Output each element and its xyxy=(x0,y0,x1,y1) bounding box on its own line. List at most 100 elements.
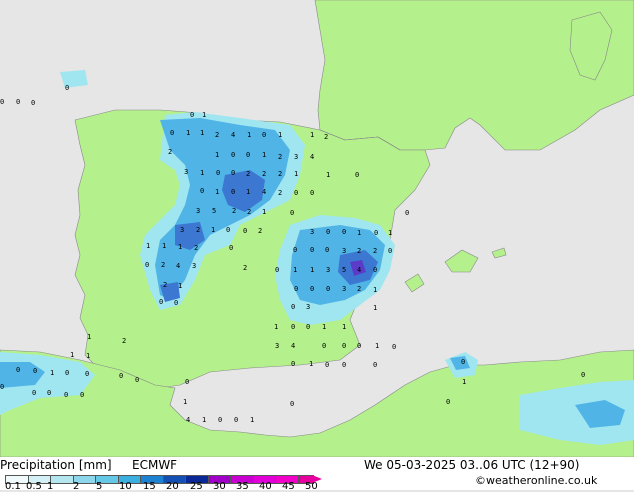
grid-value: 1 xyxy=(293,266,297,274)
grid-value: 1 xyxy=(202,416,206,424)
grid-value: 0 xyxy=(0,383,4,391)
grid-value: 0 xyxy=(326,228,330,236)
grid-value: 0 xyxy=(306,323,310,331)
grid-value: 2 xyxy=(196,226,200,234)
grid-value: 0 xyxy=(581,371,585,379)
model-label: ECMWF xyxy=(132,458,178,472)
grid-value: 0 xyxy=(290,209,294,217)
grid-value: 1 xyxy=(183,398,187,406)
grid-value: 1 xyxy=(87,333,91,341)
grid-value: 2 xyxy=(278,189,282,197)
legend-tick-label: 25 xyxy=(190,481,203,492)
legend-tick-label: 10 xyxy=(119,481,132,492)
grid-value: 2 xyxy=(278,170,282,178)
grid-value: 2 xyxy=(262,170,266,178)
grid-value: 0 xyxy=(226,226,230,234)
grid-value: 1 xyxy=(322,323,326,331)
valid-time: We 05-03-2025 03..06 UTC (12+90) xyxy=(364,458,580,472)
grid-value: 2 xyxy=(258,227,262,235)
grid-value: 0 xyxy=(446,398,450,406)
grid-value: 0 xyxy=(216,169,220,177)
grid-value: 1 xyxy=(86,352,90,360)
grid-value: 4 xyxy=(176,262,180,270)
grid-value: 0 xyxy=(392,343,396,351)
grid-value: 0 xyxy=(174,299,178,307)
grid-value: 0 xyxy=(326,285,330,293)
grid-value: 0 xyxy=(310,285,314,293)
grid-value: 2 xyxy=(278,153,282,161)
grid-value: 0 xyxy=(325,361,329,369)
grid-value: 0 xyxy=(229,244,233,252)
grid-value: 0 xyxy=(145,261,149,269)
legend-tick-label: 45 xyxy=(282,481,295,492)
legend-tick-label: 40 xyxy=(259,481,272,492)
grid-value: 0 xyxy=(290,400,294,408)
legend-tick-label: 1 xyxy=(47,481,54,492)
legend-tick-label: 0.5 xyxy=(26,481,42,492)
grid-value: 1 xyxy=(262,151,266,159)
grid-value: 0 xyxy=(373,361,377,369)
grid-value: 1 xyxy=(215,151,219,159)
legend-tick-label: 5 xyxy=(96,481,103,492)
grid-value: 0 xyxy=(64,391,68,399)
grid-value: 0 xyxy=(373,266,377,274)
grid-value: 1 xyxy=(247,131,251,139)
grid-value: 0 xyxy=(218,416,222,424)
grid-value: 0 xyxy=(135,376,139,384)
grid-value: 0 xyxy=(374,229,378,237)
grid-value: 2 xyxy=(215,131,219,139)
grid-value: 0 xyxy=(291,303,295,311)
grid-value: 0 xyxy=(388,247,392,255)
grid-value: 0 xyxy=(31,99,35,107)
grid-value: 1 xyxy=(309,360,313,368)
grid-value: 3 xyxy=(184,168,188,176)
grid-value: 1 xyxy=(357,229,361,237)
grid-value: 1 xyxy=(310,266,314,274)
grid-value: 0 xyxy=(310,189,314,197)
grid-value: 0 xyxy=(405,209,409,217)
grid-value: 0 xyxy=(200,187,204,195)
legend-swatch xyxy=(50,475,75,484)
grid-value: 3 xyxy=(294,153,298,161)
grid-value: 0 xyxy=(275,266,279,274)
grid-value: 0 xyxy=(33,367,37,375)
grid-value: 0 xyxy=(355,171,359,179)
precipitation-map: 0 0 0 0 0 1 0 1 1 2 4 1 0 1 1 2 2 1 0 0 1 2 3 4 3 1 0 0 2 2 2 1 1 0 0 1 0 1 4 2… xyxy=(0,0,634,458)
grid-value: 0 xyxy=(185,378,189,386)
grid-value: 1 xyxy=(200,129,204,137)
grid-value: 1 xyxy=(294,170,298,178)
grid-value: 1 xyxy=(342,323,346,331)
grid-value: 0 xyxy=(310,246,314,254)
grid-value: 3 xyxy=(342,247,346,255)
grid-value: 5 xyxy=(212,207,216,215)
grid-value: 2 xyxy=(243,264,247,272)
grid-value: 1 xyxy=(162,242,166,250)
grid-value: 3 xyxy=(196,207,200,215)
grid-value: 2 xyxy=(168,148,172,156)
grid-value: 0 xyxy=(243,227,247,235)
grid-value: 4 xyxy=(186,416,190,424)
legend-tick-label: 2 xyxy=(73,481,80,492)
credit: ©weatheronline.co.uk xyxy=(475,474,598,487)
grid-value: 0 xyxy=(246,151,250,159)
grid-value: 4 xyxy=(231,131,235,139)
grid-value: 0 xyxy=(16,366,20,374)
grid-value: 0 xyxy=(294,285,298,293)
grid-value: 0 xyxy=(322,342,326,350)
grid-value: 1 xyxy=(278,131,282,139)
grid-value: 0 xyxy=(170,129,174,137)
grid-value: 0 xyxy=(294,189,298,197)
grid-value: 2 xyxy=(357,285,361,293)
grid-value: 1 xyxy=(50,369,54,377)
grid-value: 0 xyxy=(85,370,89,378)
legend-tick-label: 35 xyxy=(236,481,249,492)
grid-value: 1 xyxy=(211,226,215,234)
grid-value: 0 xyxy=(342,361,346,369)
legend-tick-label: 0.1 xyxy=(5,481,21,492)
grid-value: 2 xyxy=(324,133,328,141)
grid-value: 0 xyxy=(65,84,69,92)
grid-value: 1 xyxy=(274,323,278,331)
grid-value: 2 xyxy=(163,281,167,289)
grid-value: 2 xyxy=(373,247,377,255)
grid-value: 0 xyxy=(291,323,295,331)
